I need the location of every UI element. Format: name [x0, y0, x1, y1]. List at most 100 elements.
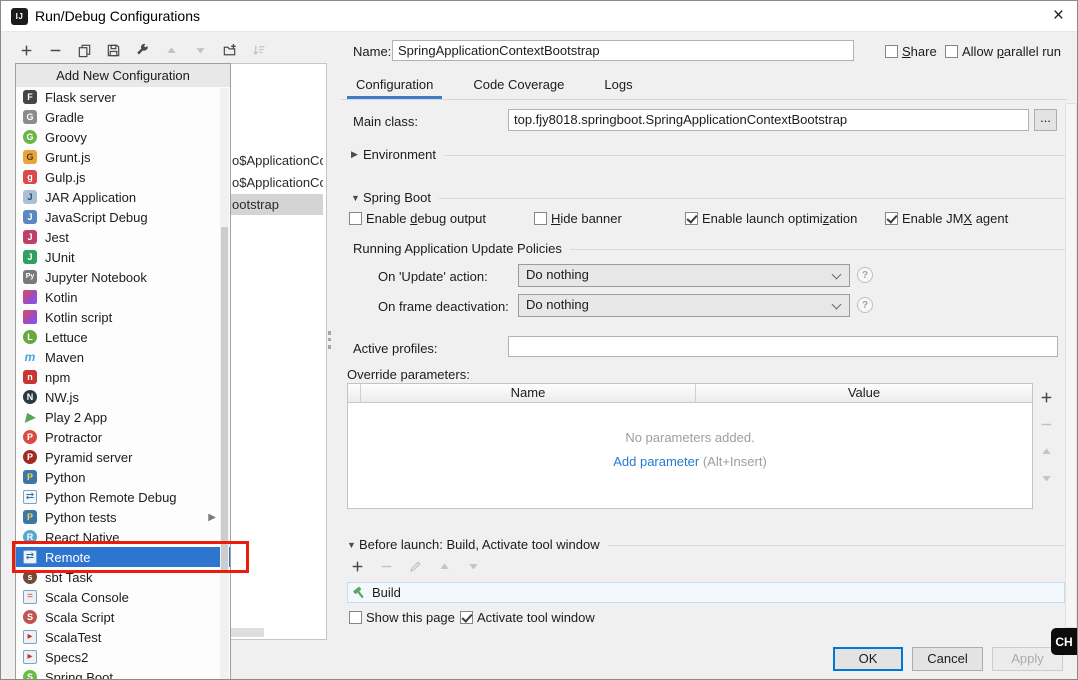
config-type-gradle[interactable]: GGradle — [16, 107, 230, 127]
active-profiles-input[interactable] — [508, 336, 1058, 357]
on-frame-deactivation-label: On frame deactivation: — [378, 299, 509, 314]
config-type-spring-boot[interactable]: SSpring Boot — [16, 667, 230, 680]
column-header-value[interactable]: Value — [696, 384, 1032, 402]
config-type-lettuce[interactable]: LLettuce — [16, 327, 230, 347]
hide-banner-checkbox[interactable] — [534, 212, 547, 225]
close-icon[interactable]: × — [1053, 4, 1064, 28]
enable-jmx-agent-label[interactable]: Enable JMX agent — [902, 211, 1008, 226]
config-type-kotlin[interactable]: Kotlin — [16, 287, 230, 307]
activate-tool-window-checkbox[interactable] — [460, 611, 473, 624]
config-type-scala-script[interactable]: S Scala Script — [16, 607, 230, 627]
help-icon[interactable]: ? — [857, 267, 873, 283]
ok-button[interactable]: OK — [833, 647, 903, 671]
before-launch-build-item[interactable]: Build — [347, 582, 1065, 603]
cancel-button[interactable]: Cancel — [912, 647, 983, 671]
config-type-label: Jupyter Notebook — [45, 270, 147, 285]
tab-configuration[interactable]: Configuration — [347, 73, 442, 99]
browse-main-class-button[interactable]: ... — [1034, 109, 1057, 131]
on-update-action-select[interactable]: Do nothing — [518, 264, 850, 287]
allow-parallel-run-checkbox[interactable] — [945, 45, 958, 58]
config-type-label: Specs2 — [45, 650, 88, 665]
config-type-scalatest[interactable]: ▸ScalaTest — [16, 627, 230, 647]
dialog-title: Run/Debug Configurations — [35, 8, 200, 24]
jupyter-notebook-icon: Py — [23, 270, 37, 284]
config-type-nw-js[interactable]: NNW.js — [16, 387, 230, 407]
sort-configurations-icon — [250, 42, 266, 58]
config-type-label: Kotlin script — [45, 310, 112, 325]
add-parameter-link[interactable]: Add parameter — [613, 454, 699, 469]
main-class-input[interactable]: top.fjy8018.springboot.SpringApplication… — [508, 109, 1029, 131]
add-task-icon[interactable] — [349, 558, 365, 574]
before-launch-section-header[interactable]: ▼ Before launch: Build, Activate tool wi… — [347, 537, 1065, 552]
config-type-groovy[interactable]: GGroovy — [16, 127, 230, 147]
tab-logs[interactable]: Logs — [595, 73, 641, 99]
edit-templates-icon[interactable] — [134, 42, 150, 58]
config-type-label: Groovy — [45, 130, 87, 145]
config-type-maven[interactable]: mMaven — [16, 347, 230, 367]
config-type-scala-console[interactable]: =Scala Console — [16, 587, 230, 607]
show-this-page-checkbox[interactable] — [349, 611, 362, 624]
save-configuration-icon[interactable] — [105, 42, 121, 58]
config-type-label: Protractor — [45, 430, 102, 445]
enable-debug-output-checkbox[interactable] — [349, 212, 362, 225]
environment-section-header[interactable]: ▶ Environment — [351, 147, 1067, 162]
config-type-label: Pyramid server — [45, 450, 132, 465]
config-type-play-2-app[interactable]: ▶Play 2 App — [16, 407, 230, 427]
python-icon: P — [23, 470, 37, 484]
config-type-jupyter-notebook[interactable]: Py Jupyter Notebook — [16, 267, 230, 287]
javascript-debug-icon: J — [23, 210, 37, 224]
config-type-junit[interactable]: JJUnit — [16, 247, 230, 267]
config-type-javascript-debug[interactable]: JJavaScript Debug — [16, 207, 230, 227]
config-type-label: Scala Script — [45, 610, 114, 625]
add-icon[interactable] — [18, 42, 34, 58]
config-type-jar-application[interactable]: JJAR Application — [16, 187, 230, 207]
config-type-python-tests[interactable]: PPython tests▶ — [16, 507, 230, 527]
config-type-kotlin-script[interactable]: Kotlin script — [16, 307, 230, 327]
config-type-flask-server[interactable]: FFlask server — [16, 87, 230, 107]
scala-script-icon: S — [23, 610, 37, 624]
table-side-toolbar — [1038, 389, 1054, 486]
splitter-handle[interactable] — [328, 331, 332, 349]
share-checkbox[interactable] — [885, 45, 898, 58]
config-type-grunt-js[interactable]: GGrunt.js — [16, 147, 230, 167]
activate-tool-window-label[interactable]: Activate tool window — [477, 610, 595, 625]
remove-icon[interactable] — [47, 42, 63, 58]
config-type-protractor[interactable]: PProtractor — [16, 427, 230, 447]
config-type-npm[interactable]: nnpm — [16, 367, 230, 387]
enable-launch-optimization-checkbox[interactable] — [685, 212, 698, 225]
enable-jmx-agent-checkbox[interactable] — [885, 212, 898, 225]
config-type-specs2[interactable]: ▸Specs2 — [16, 647, 230, 667]
tabs-divider — [341, 99, 1067, 100]
hide-banner-label[interactable]: Hide banner — [551, 211, 622, 226]
copy-configuration-icon[interactable] — [76, 42, 92, 58]
collapse-arrow-icon[interactable]: ▼ — [351, 193, 363, 203]
config-type-pyramid-server[interactable]: PPyramid server — [16, 447, 230, 467]
create-folder-icon[interactable] — [221, 42, 237, 58]
expand-arrow-icon[interactable]: ▶ — [351, 149, 363, 160]
enable-debug-output-label[interactable]: Enable debug output — [366, 211, 486, 226]
config-type-python[interactable]: PPython — [16, 467, 230, 487]
popup-scrollbar[interactable] — [220, 88, 229, 680]
config-type-label: Scala Console — [45, 590, 129, 605]
popup-scrollbar-thumb[interactable] — [221, 227, 228, 572]
move-parameter-up-icon — [1038, 443, 1054, 459]
help-icon[interactable]: ? — [857, 297, 873, 313]
collapse-arrow-icon[interactable]: ▼ — [347, 540, 359, 550]
name-label: Name: — [353, 44, 391, 59]
on-frame-deactivation-select[interactable]: Do nothing — [518, 294, 850, 317]
content-scrollbar[interactable] — [1065, 103, 1077, 628]
share-label[interactable]: Share — [902, 44, 937, 59]
column-header-name[interactable]: Name — [361, 384, 696, 402]
tab-code-coverage[interactable]: Code Coverage — [464, 73, 573, 99]
show-this-page-label[interactable]: Show this page — [366, 610, 455, 625]
config-type-python-remote-debug[interactable]: ⇄Python Remote Debug — [16, 487, 230, 507]
spring-boot-section-header[interactable]: ▼ Spring Boot — [351, 190, 1067, 205]
add-parameter-icon[interactable] — [1038, 389, 1054, 405]
nw-js-icon: N — [23, 390, 37, 404]
enable-launch-optimization-label[interactable]: Enable launch optimization — [702, 211, 857, 226]
allow-parallel-run-label[interactable]: Allow parallel run — [962, 44, 1061, 59]
config-type-label: Grunt.js — [45, 150, 91, 165]
name-input[interactable]: SpringApplicationContextBootstrap — [392, 40, 854, 61]
config-type-jest[interactable]: JJest — [16, 227, 230, 247]
config-type-gulp-js[interactable]: gGulp.js — [16, 167, 230, 187]
